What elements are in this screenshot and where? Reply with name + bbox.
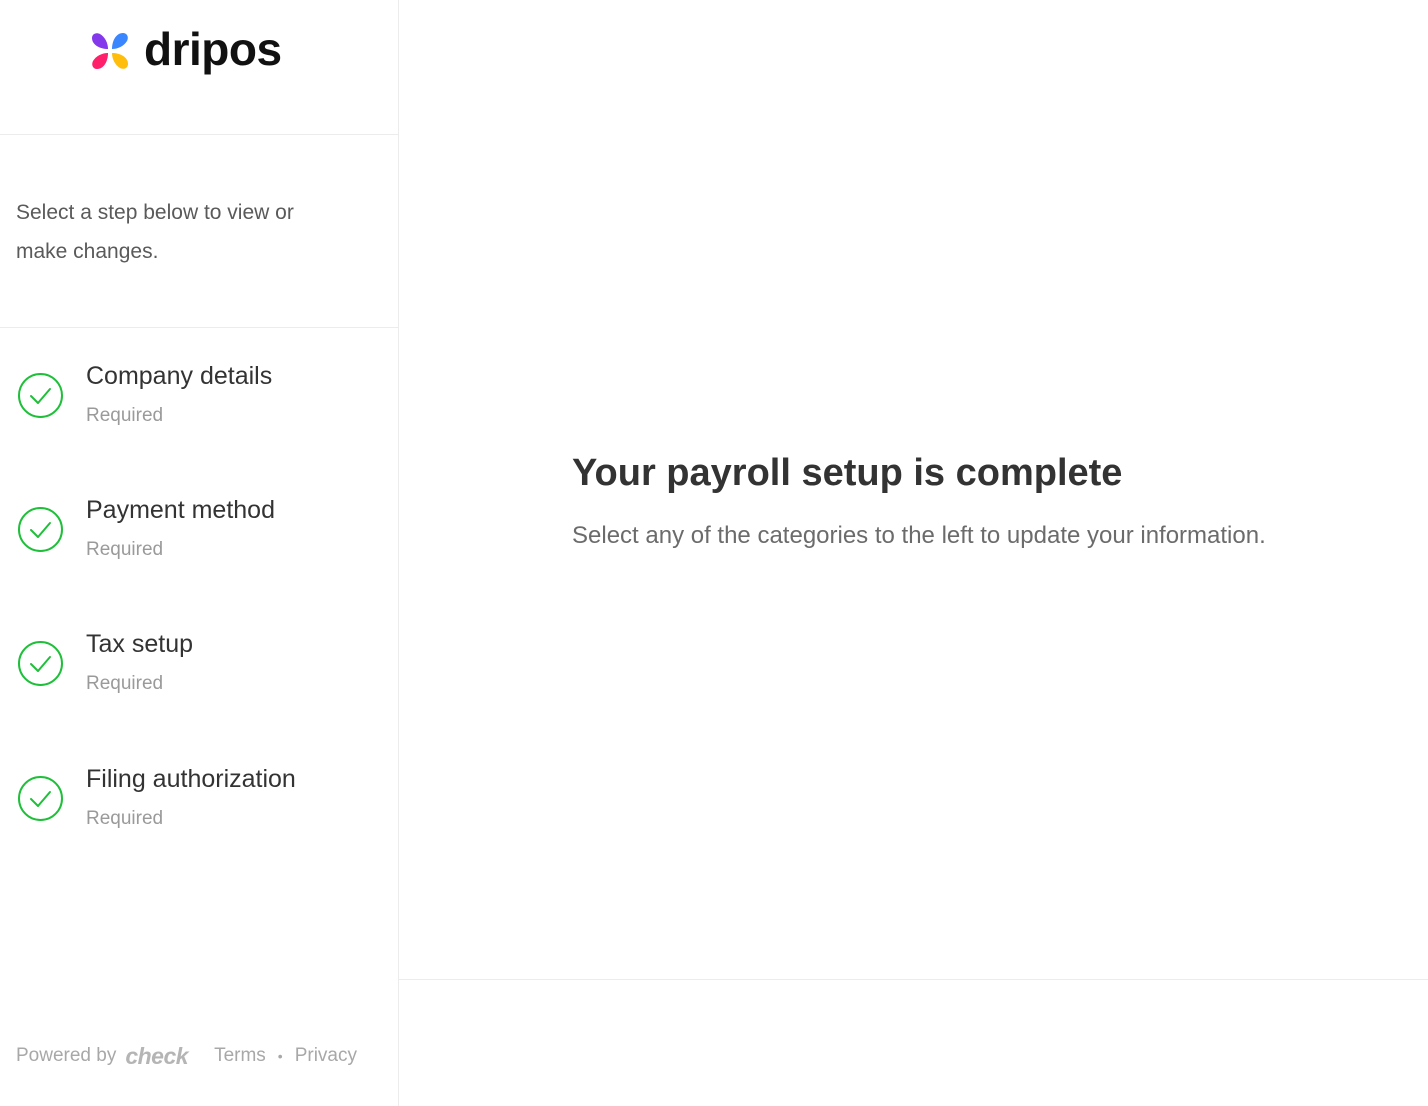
check-circle-icon: [18, 507, 63, 552]
sidebar-footer: Powered by check Terms • Privacy: [16, 1040, 357, 1072]
check-circle-icon: [18, 776, 63, 821]
sidebar: dripos Select a step below to view or ma…: [0, 0, 399, 1106]
step-company-details[interactable]: Company details Required: [0, 362, 398, 472]
step-status: Required: [86, 539, 164, 560]
check-circle-icon: [18, 641, 63, 686]
step-title: Tax setup: [86, 630, 194, 658]
step-status: Required: [86, 405, 164, 426]
logo-wordmark: dripos: [144, 23, 282, 75]
app-root: dripos Select a step below to view or ma…: [0, 0, 1428, 1106]
page-subtitle: Select any of the categories to the left…: [572, 522, 1266, 549]
check-circle-icon: [18, 373, 63, 418]
check-logo[interactable]: check: [125, 1043, 188, 1070]
dripos-logo[interactable]: dripos: [88, 23, 282, 75]
step-tax-setup[interactable]: Tax setup Required: [0, 630, 398, 740]
step-status: Required: [86, 673, 164, 694]
step-title: Company details: [86, 362, 273, 390]
powered-by-label: Powered by: [16, 1045, 117, 1066]
step-status: Required: [86, 808, 164, 829]
logo-area: dripos: [0, 0, 398, 135]
step-filing-authorization[interactable]: Filing authorization Required: [0, 765, 398, 875]
sidebar-intro: Select a step below to view or make chan…: [0, 135, 398, 328]
dripos-logo-icon: [92, 33, 128, 69]
page-title: Your payroll setup is complete: [572, 452, 1123, 494]
step-payment-method[interactable]: Payment method Required: [0, 496, 398, 606]
terms-link[interactable]: Terms: [214, 1045, 266, 1067]
main-content: Your payroll setup is complete Select an…: [399, 0, 1428, 980]
step-title: Payment method: [86, 496, 275, 524]
privacy-link[interactable]: Privacy: [295, 1045, 357, 1067]
intro-text: Select a step below to view or make chan…: [16, 201, 294, 263]
footer-separator: •: [277, 1048, 283, 1064]
step-title: Filing authorization: [86, 765, 296, 793]
